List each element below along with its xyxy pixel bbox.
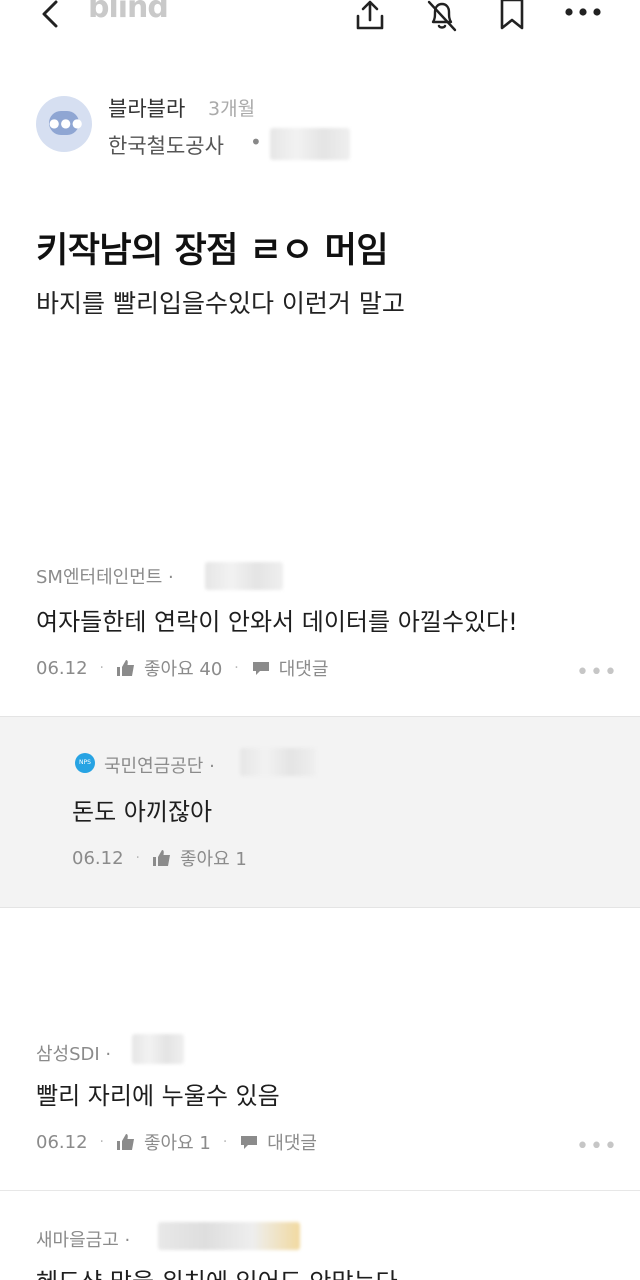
back-button[interactable] [36,0,70,34]
author-company[interactable]: 한국철도공사 [108,130,224,160]
reply-label: 대댓글 [278,659,329,680]
top-bar: blind [0,0,640,40]
more-button[interactable] [562,0,601,34]
reply-actions: 06.12 · 좋아요 1 [72,845,247,871]
reply-button[interactable]: 대댓글 [251,655,329,681]
reply-label: 대댓글 [267,1133,317,1154]
like-button[interactable]: 좋아요 1 [152,845,247,871]
share-button[interactable] [352,0,388,34]
divider [0,1190,640,1191]
reply-text: 돈도 아끼잖아 [72,798,213,826]
like-count: 좋아요 1 [179,849,247,870]
like-count: 좋아요 40 [143,659,223,680]
company-logo-icon: NPS [75,753,95,773]
comment-text: 헤드샷 맞을 위치에 있어도 안맞는다 [36,1262,398,1280]
bookmark-icon [500,0,524,30]
speech-bubble-icon [241,1136,258,1149]
author-avatar: ●●● [36,96,92,152]
comment-actions: 06.12 · 좋아요 1 · 대댓글 [36,1129,317,1155]
comment-company[interactable]: 삼성SDI · [36,1040,111,1066]
blurred-nickname [270,128,350,160]
like-button[interactable]: 좋아요 1 [116,1129,211,1155]
thumbs-up-icon [116,660,134,676]
comment-text: 빨리 자리에 누울수 있음 [36,1082,280,1110]
post-time: 3개월 [208,98,256,120]
blurred-nickname [205,562,283,590]
comment-more-button[interactable]: ••• [576,660,618,685]
blind-logo[interactable]: blind [88,0,169,25]
comment-company[interactable]: SM엔터테인먼트 · [36,563,174,589]
comment-actions: 06.12 · 좋아요 40 · 대댓글 [36,655,329,681]
blurred-nickname [132,1034,184,1064]
chat-bubble-icon: ●●● [49,111,82,135]
post-body: 바지를 빨리입을수있다 이런거 말고 [36,289,405,318]
reply-date: 06.12 [72,847,124,869]
like-count: 좋아요 1 [143,1133,211,1154]
thumbs-up-icon [116,1134,134,1150]
reply-company[interactable]: 국민연금공단 · [104,752,215,778]
chevron-left-icon [42,0,58,28]
comment-text: 여자들한테 연락이 안와서 데이터를 아낄수있다! [36,608,518,636]
thumbs-up-icon [152,850,170,866]
bookmark-button[interactable] [494,0,530,34]
post-title: 키작남의 장점 ㄹㅇ 머임 [36,231,389,271]
blurred-nickname [158,1222,300,1250]
comment-date: 06.12 [36,657,88,679]
comment-company[interactable]: 새마을금고 · [36,1226,130,1252]
share-icon [356,0,384,30]
reply-button[interactable]: 대댓글 [239,1129,317,1155]
comment-date: 06.12 [36,1131,88,1153]
speech-bubble-icon [252,662,269,675]
separator: • [250,130,262,154]
notification-button[interactable] [424,0,460,34]
comment-more-button[interactable]: ••• [576,1134,618,1159]
like-button[interactable]: 좋아요 40 [116,655,222,681]
author-name[interactable]: 블라블라 [108,93,185,123]
blurred-nickname [240,748,316,776]
bell-off-icon [427,0,457,32]
more-horizontal-icon [565,8,601,16]
